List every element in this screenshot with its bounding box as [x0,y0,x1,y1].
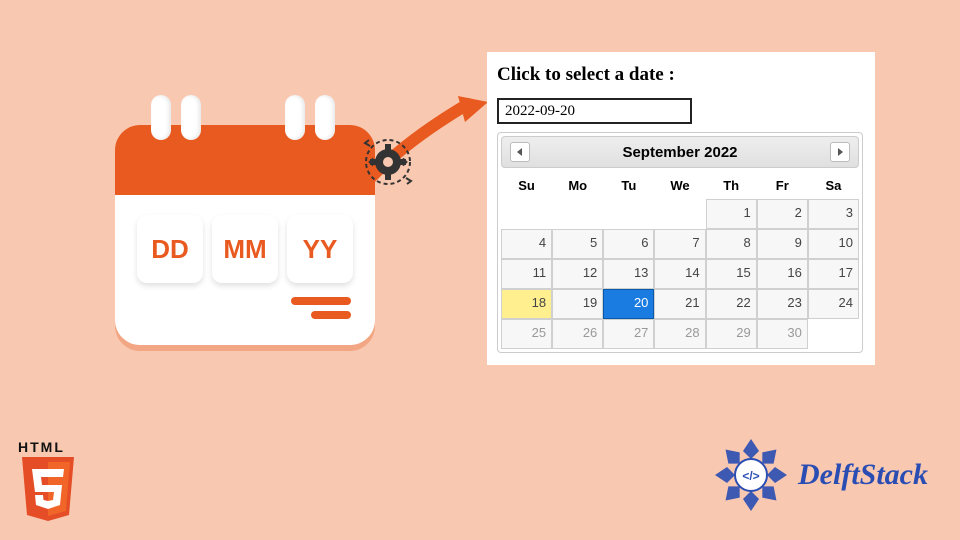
prev-month-button[interactable] [510,142,530,162]
dow-header: Su [501,172,552,199]
day-cell[interactable]: 15 [706,259,757,289]
day-cell[interactable]: 25 [501,319,552,349]
datepicker-widget: September 2022 SuMoTuWeThFrSa 1234567891… [497,132,863,353]
day-cell[interactable]: 11 [501,259,552,289]
datepicker-panel: Click to select a date : September 2022 … [487,52,875,365]
dow-header: Tu [603,172,654,199]
day-cell[interactable]: 29 [706,319,757,349]
day-cell[interactable]: 16 [757,259,808,289]
date-input[interactable] [497,98,692,124]
day-cell[interactable]: 13 [603,259,654,289]
dow-header: We [654,172,705,199]
yy-label: YY [287,215,353,283]
chevron-left-icon [516,148,524,156]
html5-logo: HTML [18,439,96,528]
day-cell[interactable]: 28 [654,319,705,349]
day-cell[interactable]: 7 [654,229,705,259]
day-cell[interactable]: 14 [654,259,705,289]
day-cell-empty [501,199,552,229]
day-cell[interactable]: 19 [552,289,603,319]
day-cell[interactable]: 6 [603,229,654,259]
day-cell[interactable]: 3 [808,199,859,229]
day-cell[interactable]: 8 [706,229,757,259]
day-cell[interactable]: 26 [552,319,603,349]
delftstack-logo: </> DelftStack [712,436,928,514]
day-cell-empty [808,319,859,349]
day-cell[interactable]: 20 [603,289,654,319]
day-cell[interactable]: 1 [706,199,757,229]
dd-label: DD [137,215,203,283]
day-cell[interactable]: 10 [808,229,859,259]
delftstack-label: DelftStack [798,458,928,492]
day-cell[interactable]: 12 [552,259,603,289]
next-month-button[interactable] [830,142,850,162]
day-cell[interactable]: 4 [501,229,552,259]
day-cell[interactable]: 5 [552,229,603,259]
day-cell[interactable]: 2 [757,199,808,229]
day-cell[interactable]: 17 [808,259,859,289]
day-cell[interactable]: 22 [706,289,757,319]
html5-shield-icon [18,457,78,523]
dow-header: Mo [552,172,603,199]
day-cell[interactable]: 23 [757,289,808,319]
day-cell[interactable]: 27 [603,319,654,349]
day-cell[interactable]: 18 [501,289,552,319]
dow-header: Sa [808,172,859,199]
html5-label: HTML [18,439,96,455]
day-cell[interactable]: 24 [808,289,859,319]
day-cell-empty [552,199,603,229]
delftstack-emblem-icon: </> [712,436,790,514]
day-cell-empty [654,199,705,229]
month-title: September 2022 [622,144,737,161]
svg-text:</>: </> [742,469,759,483]
day-cell[interactable]: 9 [757,229,808,259]
dow-header: Fr [757,172,808,199]
arrow-icon [340,94,500,204]
dow-header: Th [706,172,757,199]
day-cell[interactable]: 30 [757,319,808,349]
day-cell[interactable]: 21 [654,289,705,319]
panel-title: Click to select a date : [497,64,865,86]
mm-label: MM [212,215,278,283]
calendar-illustration: DD MM YY [115,90,375,350]
day-cell-empty [603,199,654,229]
chevron-right-icon [836,148,844,156]
